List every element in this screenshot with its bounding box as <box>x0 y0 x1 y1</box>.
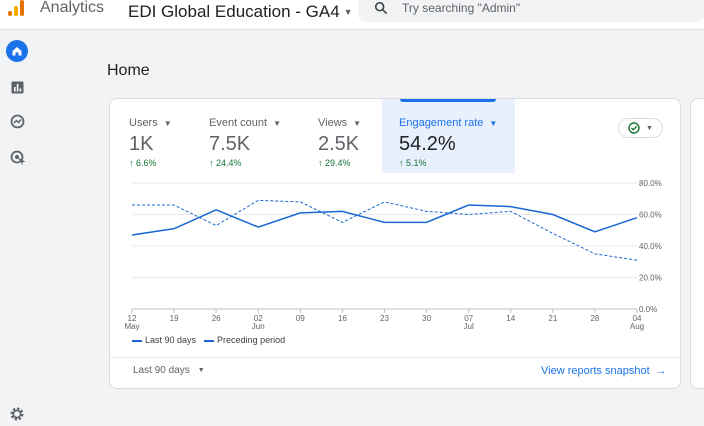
y-tick-label: 20.0% <box>639 274 662 283</box>
date-range-label: Last 90 days <box>133 365 190 376</box>
search-bar[interactable]: Try searching "Admin" <box>358 0 704 22</box>
app-name: Analytics <box>40 0 105 16</box>
x-tick-month-label: Jul <box>464 322 474 331</box>
property-selector[interactable]: EDI Global Education - GA4 ▼ <box>128 2 353 22</box>
overview-card: Users ▼ 1K ↑ 6.6% Event count ▼ 7.5K ↑ 24.… <box>109 98 681 389</box>
chevron-down-icon: ▼ <box>343 7 353 17</box>
arrow-right-icon: → <box>655 365 667 377</box>
search-icon <box>374 1 388 15</box>
legend-item-preceding-period: Preceding period <box>204 335 285 345</box>
explore-icon[interactable] <box>6 110 28 132</box>
x-tick-month-label: May <box>124 322 139 331</box>
legend-item-last-90-days: Last 90 days <box>132 335 196 345</box>
top-bar: Analytics EDI Global Education - GA4 ▼ T… <box>0 0 704 30</box>
search-placeholder: Try searching "Admin" <box>402 1 521 15</box>
x-tick-label: 16 <box>338 314 347 323</box>
secondary-card <box>690 98 704 389</box>
reports-icon[interactable] <box>6 76 28 98</box>
legend-label: Last 90 days <box>145 335 197 345</box>
series-line-last-90-days <box>131 204 638 236</box>
x-tick-month-label: Jun <box>252 322 265 331</box>
x-tick-label: 28 <box>590 314 599 323</box>
y-tick-label: 80.0% <box>639 179 662 188</box>
caret-down-icon: ▼ <box>197 367 205 374</box>
x-tick-label: 30 <box>422 314 431 323</box>
page-title: Home <box>107 62 150 79</box>
chart-legend: Last 90 days Preceding period <box>132 335 285 345</box>
legend-label: Preceding period <box>217 335 286 345</box>
snapshot-label: View reports snapshot <box>541 365 650 377</box>
y-tick-label: 0.0% <box>639 305 657 314</box>
y-tick-label: 60.0% <box>639 211 662 220</box>
x-tick-label: 14 <box>506 314 515 323</box>
x-tick-label: 26 <box>212 314 221 323</box>
x-tick-label: 23 <box>380 314 389 323</box>
analytics-logo-icon[interactable] <box>8 0 24 16</box>
left-nav-rail <box>0 30 34 426</box>
y-tick-label: 40.0% <box>639 242 662 251</box>
view-reports-snapshot-link[interactable]: View reports snapshot → <box>541 365 667 377</box>
x-tick-label: 19 <box>170 314 179 323</box>
x-tick-label: 21 <box>548 314 557 323</box>
series-line-preceding-period <box>132 199 638 261</box>
date-range-selector[interactable]: Last 90 days ▼ <box>133 365 205 376</box>
x-tick-month-label: Aug <box>630 322 644 331</box>
engagement-rate-chart: 80.0%60.0%40.0%20.0%0.0%12May19 26 02Jun09… <box>124 179 662 331</box>
advertising-icon[interactable] <box>6 146 28 168</box>
gear-icon[interactable] <box>9 406 25 422</box>
home-icon[interactable] <box>6 40 28 62</box>
property-name: EDI Global Education - GA4 <box>128 2 340 21</box>
x-tick-label: 09 <box>296 314 305 323</box>
